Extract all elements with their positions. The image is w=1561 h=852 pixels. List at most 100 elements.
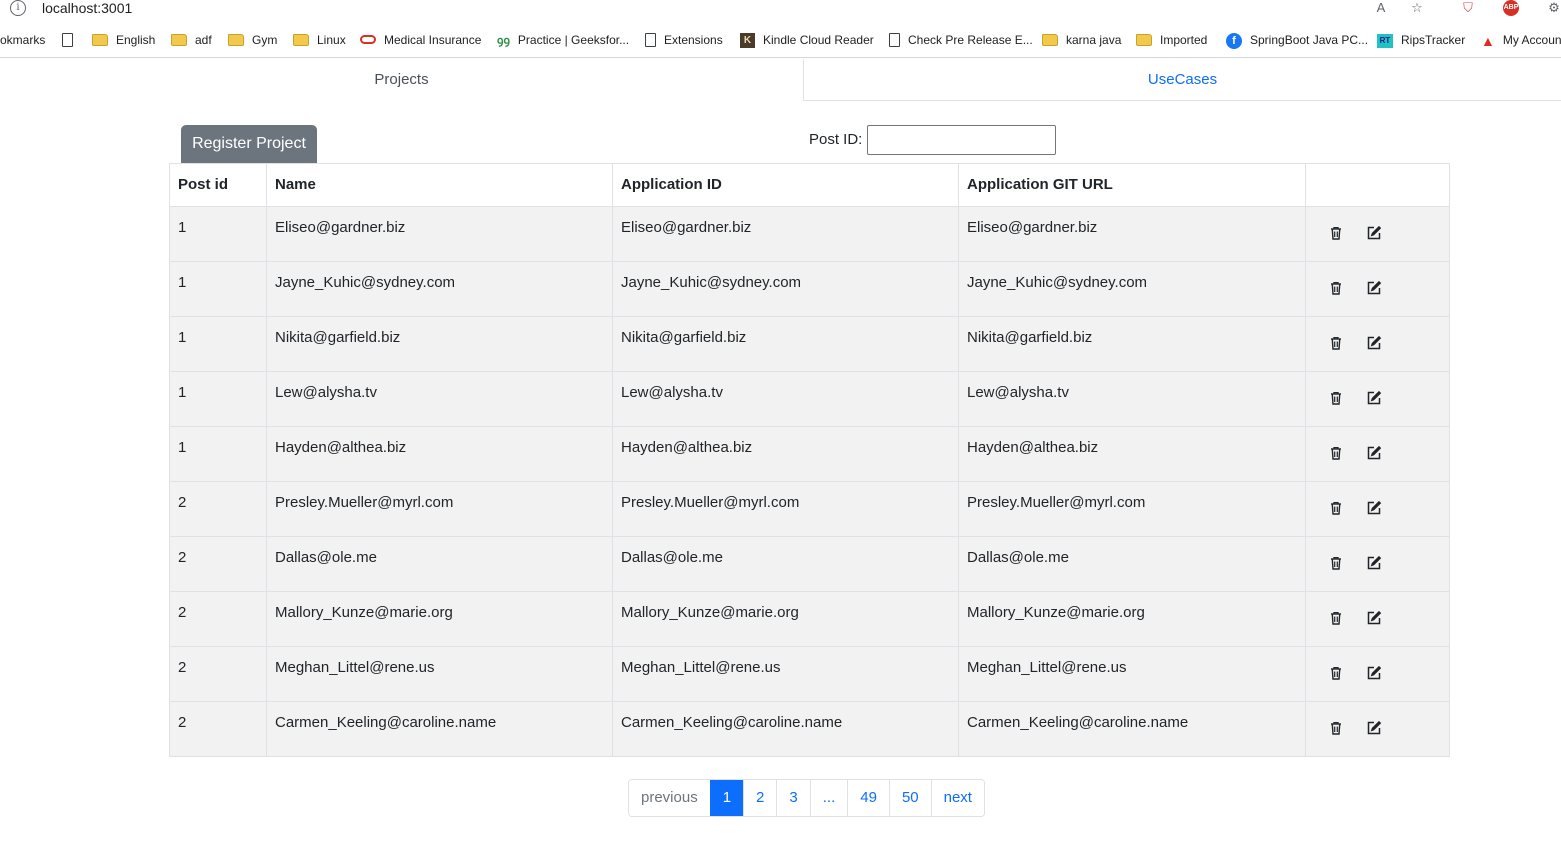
edit-icon[interactable] <box>1366 610 1382 626</box>
table-row: 2 Presley.Mueller@myrl.com Presley.Mueller… <box>169 481 1450 537</box>
post-id-input[interactable] <box>867 125 1056 155</box>
column-header-actions <box>1305 163 1450 207</box>
cell-actions <box>1305 591 1450 647</box>
edit-icon[interactable] <box>1366 280 1382 296</box>
trash-icon[interactable] <box>1328 280 1344 296</box>
page-icon <box>645 32 656 47</box>
cell-application-id: Nikita@garfield.biz <box>612 316 959 372</box>
bookmark-item[interactable]: Imported <box>1136 31 1207 49</box>
bookmark-item[interactable]: karna java <box>1042 31 1121 49</box>
bookmark-item[interactable]: ꝯꝯ Practice | Geeksfor... <box>497 31 629 49</box>
bookmark-label: Check Pre Release E... <box>908 33 1033 47</box>
cell-name: Nikita@garfield.biz <box>266 316 613 372</box>
table-row: 2 Meghan_Littel@rene.us Meghan_Littel@rene… <box>169 646 1450 702</box>
pagination-page[interactable]: 3 <box>776 780 810 816</box>
cell-post-id: 2 <box>169 701 267 757</box>
edit-icon[interactable] <box>1366 445 1382 461</box>
bookmark-item[interactable]: Check Pre Release E... <box>889 31 1033 49</box>
bookmark-item[interactable]: Extensions <box>645 31 723 49</box>
bookmark-item[interactable]: ▲ My Accoun <box>1481 31 1561 49</box>
edit-icon[interactable] <box>1366 390 1382 406</box>
cell-actions <box>1305 316 1450 372</box>
trash-icon[interactable] <box>1328 555 1344 571</box>
cell-post-id: 2 <box>169 481 267 537</box>
edit-icon[interactable] <box>1366 665 1382 681</box>
account-icon: ▲ <box>1481 32 1495 49</box>
table-row: 1 Lew@alysha.tv Lew@alysha.tv Lew@alysha.tv <box>169 371 1450 427</box>
bookmark-label: Extensions <box>664 33 723 47</box>
cell-application-git-url: Eliseo@gardner.biz <box>958 206 1306 262</box>
cell-name: Presley.Mueller@myrl.com <box>266 481 613 537</box>
bookmark-item[interactable]: Medical Insurance <box>360 31 481 49</box>
tab-projects[interactable]: Projects <box>0 59 804 101</box>
cell-name: Lew@alysha.tv <box>266 371 613 427</box>
edit-icon[interactable] <box>1366 225 1382 241</box>
pagination-page[interactable]: 50 <box>888 780 931 816</box>
bookmark-label: Linux <box>317 33 346 47</box>
cell-name: Meghan_Littel@rene.us <box>266 646 613 702</box>
pagination-previous[interactable]: previous <box>629 780 710 816</box>
bookmark-item[interactable]: Linux <box>293 31 346 49</box>
shield-icon[interactable]: ⛉ <box>1460 0 1476 16</box>
edit-icon[interactable] <box>1366 720 1382 736</box>
cell-application-id: Mallory_Kunze@marie.org <box>612 591 959 647</box>
trash-icon[interactable] <box>1328 225 1344 241</box>
bookmark-item[interactable] <box>62 31 81 49</box>
pagination: previous 1 2 3... 49 50 next <box>628 779 985 817</box>
abp-icon[interactable]: ABP <box>1503 0 1519 16</box>
favorite-star-icon[interactable]: ☆ <box>1409 0 1425 16</box>
folder-icon <box>1042 33 1058 46</box>
cell-application-id: Eliseo@gardner.biz <box>612 206 959 262</box>
trash-icon[interactable] <box>1328 665 1344 681</box>
kindle-icon: K <box>740 33 755 49</box>
tab-usecases[interactable]: UseCases <box>804 59 1561 101</box>
bookmark-item[interactable]: adf <box>171 31 212 49</box>
bookmark-item[interactable]: Gym <box>228 31 277 49</box>
bookmark-label: okmarks <box>0 33 46 47</box>
trash-icon[interactable] <box>1328 610 1344 626</box>
table-row: 2 Mallory_Kunze@marie.org Mallory_Kunze@ma… <box>169 591 1450 647</box>
browser-address-bar: i localhost:3001 A ☆ ⛉ ABP ⚙ <box>0 0 1561 20</box>
folder-icon <box>293 33 309 46</box>
bookmark-label: SpringBoot Java PC... <box>1250 33 1369 47</box>
bookmark-label: Gym <box>252 33 278 47</box>
table-row: 2 Carmen_Keeling@caroline.name Carmen_Keel… <box>169 701 1450 757</box>
address-url[interactable]: localhost:3001 <box>42 0 132 16</box>
table-row: 2 Dallas@ole.me Dallas@ole.me Dallas@ole.me <box>169 536 1450 592</box>
cell-application-git-url: Hayden@althea.biz <box>958 426 1306 482</box>
cell-actions <box>1305 481 1450 537</box>
cell-application-git-url: Dallas@ole.me <box>958 536 1306 592</box>
column-header-post-id: Post id <box>169 163 267 207</box>
register-project-button[interactable]: Register Project <box>181 125 317 163</box>
edit-icon[interactable] <box>1366 335 1382 351</box>
bookmark-label: karna java <box>1066 33 1122 47</box>
bookmark-item[interactable]: okmarks <box>0 31 45 49</box>
bookmark-item[interactable]: f SpringBoot Java PC... <box>1226 31 1368 49</box>
edit-icon[interactable] <box>1366 555 1382 571</box>
bookmark-label: Medical Insurance <box>384 33 482 47</box>
trash-icon[interactable] <box>1328 335 1344 351</box>
trash-icon[interactable] <box>1328 390 1344 406</box>
folder-icon <box>228 33 244 46</box>
cell-actions <box>1305 261 1450 317</box>
pagination-page[interactable]: 1 <box>709 780 744 816</box>
bookmark-item[interactable]: English <box>92 31 155 49</box>
folder-icon <box>1136 33 1152 46</box>
cell-application-id: Jayne_Kuhic@sydney.com <box>612 261 959 317</box>
pagination-next[interactable]: next <box>930 780 984 816</box>
trash-icon[interactable] <box>1328 500 1344 516</box>
bookmark-item[interactable]: RT RipsTracker <box>1377 31 1465 49</box>
pagination-ellipsis[interactable]: ... <box>809 780 848 816</box>
trash-icon[interactable] <box>1328 445 1344 461</box>
bookmarks-bar: okmarks English adf Gym Linux Medical Insuran… <box>0 22 1561 58</box>
edit-icon[interactable] <box>1366 500 1382 516</box>
settings-gear-icon[interactable]: ⚙ <box>1546 0 1561 16</box>
cell-post-id: 1 <box>169 426 267 482</box>
info-icon[interactable]: i <box>10 0 26 16</box>
pagination-page[interactable]: 49 <box>847 780 889 816</box>
folder-icon <box>171 33 187 46</box>
read-aloud-icon[interactable]: A <box>1373 0 1389 16</box>
trash-icon[interactable] <box>1328 720 1344 736</box>
pagination-page[interactable]: 2 <box>743 780 777 816</box>
bookmark-item[interactable]: K Kindle Cloud Reader <box>740 31 874 49</box>
